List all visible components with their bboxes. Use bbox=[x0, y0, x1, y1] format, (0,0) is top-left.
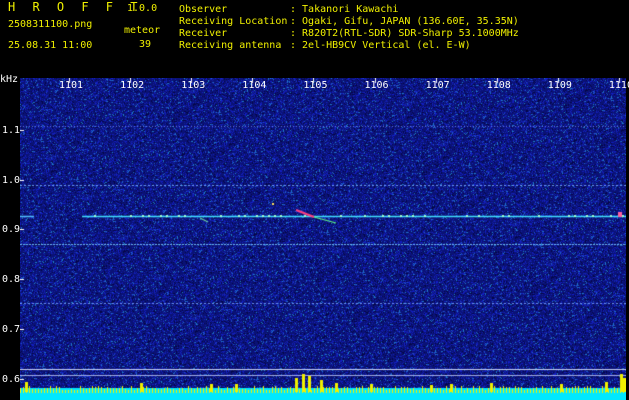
app-title: H R O F F T bbox=[8, 0, 143, 14]
receiver-value: : R820T2(RTL-SDR) SDR-Sharp 53.1000MHz bbox=[290, 28, 519, 39]
y-tick-label: 1.1 bbox=[2, 125, 21, 136]
x-tick-label: 1102 bbox=[120, 80, 145, 91]
y-tick-label: 0.7 bbox=[2, 323, 21, 335]
date-time: 25.08.31 11:00 bbox=[8, 40, 93, 51]
x-tick-label: 1104 bbox=[242, 80, 267, 91]
x-tick-label: 1108 bbox=[486, 80, 511, 91]
app-version: 1.0.0 bbox=[127, 3, 158, 14]
x-tick-label: 1109 bbox=[547, 80, 572, 91]
location-value: : Ogaki, Gifu, JAPAN (136.60E, 35.35N) bbox=[290, 16, 519, 27]
x-tick-label: 1106 bbox=[364, 80, 389, 91]
antenna-value: : 2el-HB9CV Vertical (el. E-W) bbox=[290, 40, 471, 51]
x-tick-label: 1103 bbox=[181, 80, 206, 91]
receiver-label: Receiver bbox=[179, 28, 228, 39]
x-axis-ticks: 1101 1102 1103 1104 1105 1106 1107 1108 1109 1110 bbox=[0, 78, 629, 92]
location-label: Receiving Location bbox=[179, 16, 288, 27]
x-tick-label: 1101 bbox=[59, 80, 84, 91]
y-tick-label: 0.9 bbox=[2, 224, 21, 236]
y-tick-label: 0.8 bbox=[2, 274, 21, 286]
x-tick-label: 1110 bbox=[608, 80, 629, 91]
antenna-label: Receiving antenna bbox=[179, 40, 282, 51]
spectrogram-canvas bbox=[20, 78, 626, 400]
observer-label: Observer bbox=[179, 4, 228, 15]
file-name: 2508311100.png bbox=[8, 19, 93, 30]
observer-value: : Takanori Kawachi bbox=[290, 4, 399, 15]
y-tick-label: 1.0 bbox=[2, 174, 21, 186]
y-tick-label: 0.6 bbox=[2, 373, 21, 385]
meteor-count: 39 bbox=[139, 39, 152, 50]
x-tick-label: 1107 bbox=[425, 80, 450, 91]
x-tick-label: 1105 bbox=[303, 80, 328, 91]
meteor-label: meteor bbox=[124, 25, 161, 36]
y-axis-ticks: 1.1 1.0 0.9 0.8 0.7 0.6 bbox=[0, 78, 20, 400]
header-panel: H R O F F T 1.0.0 2508311100.png 25.08.3… bbox=[0, 0, 629, 72]
